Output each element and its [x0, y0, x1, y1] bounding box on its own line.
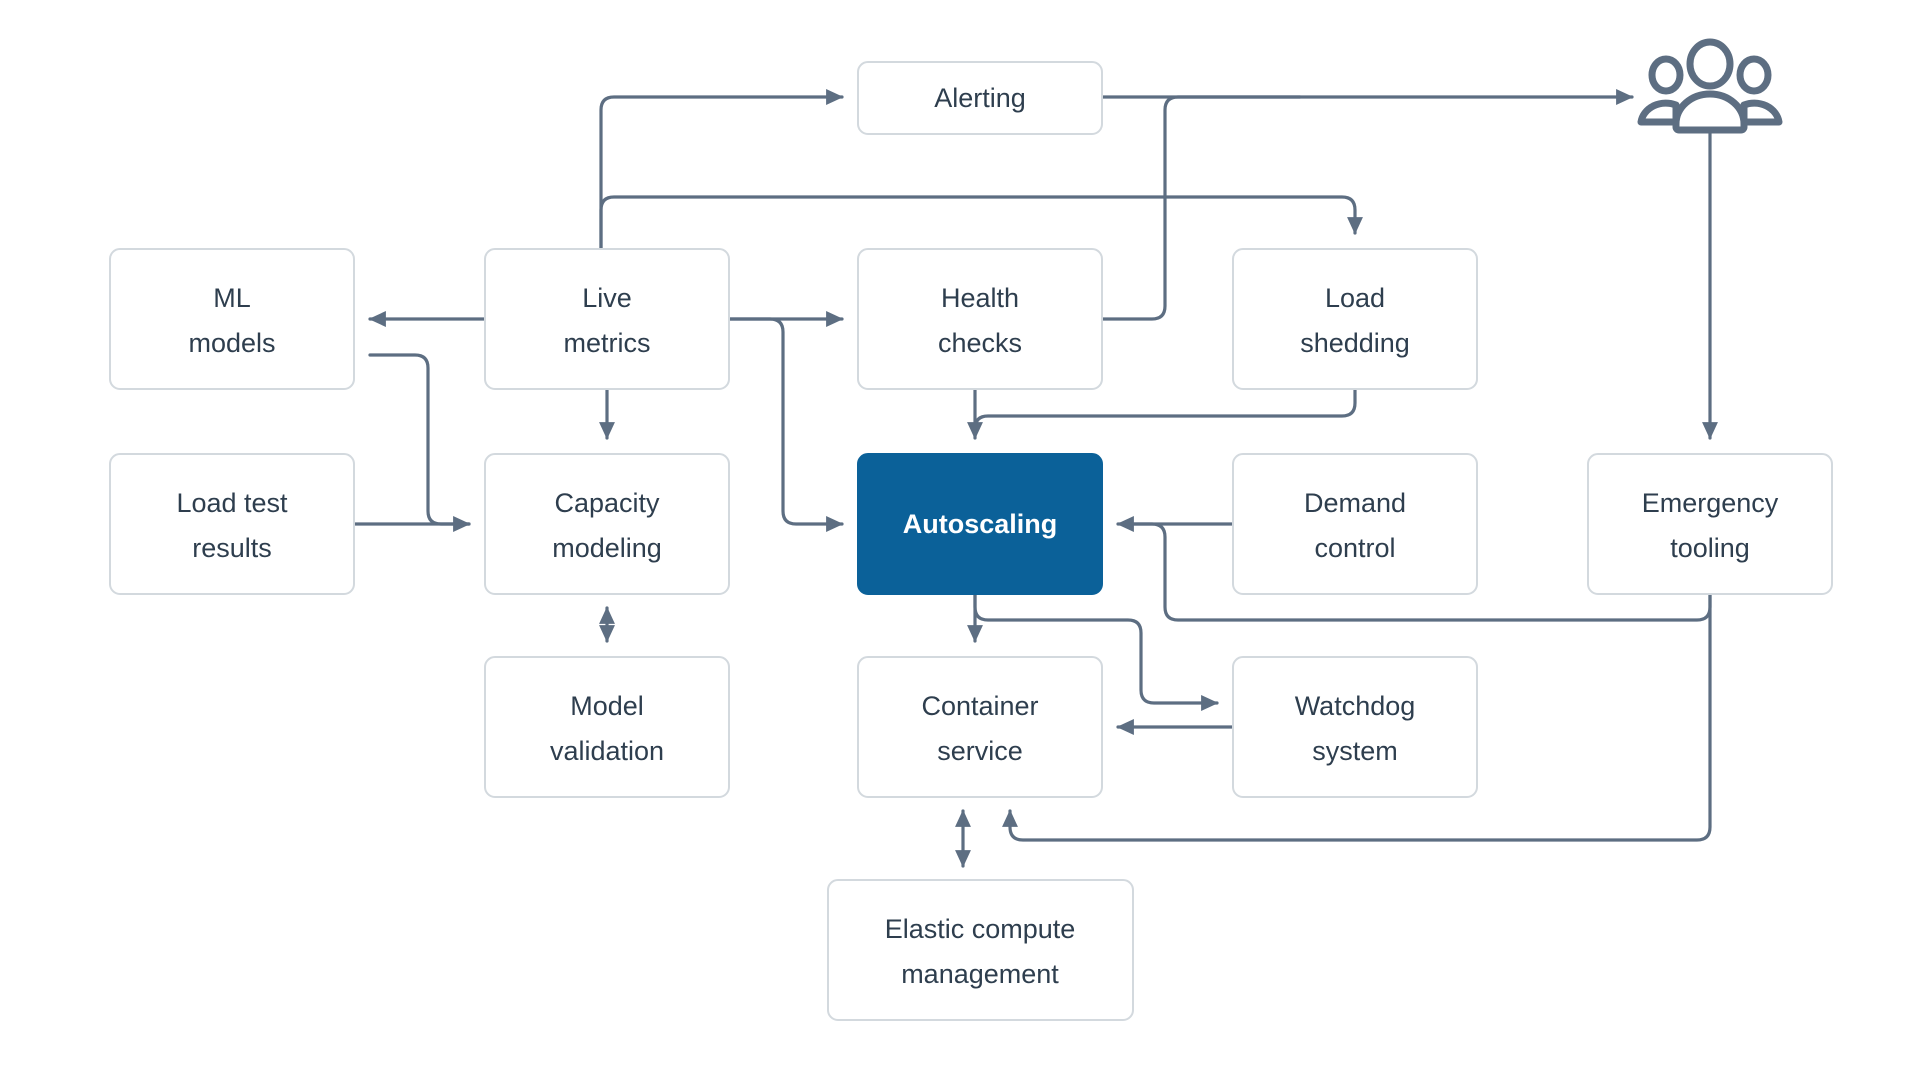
node-live-metrics-label-line2: metrics	[564, 328, 651, 358]
node-elastic-compute-management-label-line1: Elastic compute	[885, 914, 1076, 944]
node-load-shedding[interactable]: Load shedding	[1232, 248, 1478, 390]
node-autoscaling-label: Autoscaling	[903, 509, 1058, 539]
node-emergency-tooling-label-line1: Emergency	[1642, 488, 1779, 518]
flowchart-canvas: Alerting ML models Live metrics Health c…	[0, 0, 1920, 1080]
node-emergency-tooling-box[interactable]	[1587, 453, 1833, 595]
node-live-metrics[interactable]: Live metrics	[484, 248, 730, 390]
node-health-checks-box[interactable]	[857, 248, 1103, 390]
node-autoscaling[interactable]: Autoscaling	[857, 453, 1103, 595]
node-load-shedding-box[interactable]	[1232, 248, 1478, 390]
node-elastic-compute-management-box[interactable]	[827, 879, 1134, 1021]
node-elastic-compute-management[interactable]: Elastic compute management	[827, 879, 1134, 1021]
node-container-service-label-line1: Container	[921, 691, 1038, 721]
node-watchdog-system[interactable]: Watchdog system	[1232, 656, 1478, 798]
edge-live-metrics-to-alerting	[599, 89, 844, 251]
node-emergency-tooling-label-line2: tooling	[1670, 533, 1750, 563]
node-demand-control-label-line2: control	[1314, 533, 1395, 563]
node-model-validation-label-line2: validation	[550, 736, 664, 766]
node-emergency-tooling[interactable]: Emergency tooling	[1587, 453, 1833, 595]
edge-live-metrics-to-autoscaling	[727, 317, 844, 532]
node-alerting-label: Alerting	[934, 83, 1026, 113]
node-model-validation-label-line1: Model	[570, 691, 644, 721]
edge-ml-models-to-capacity-modeling	[368, 353, 471, 526]
node-capacity-modeling-box[interactable]	[484, 453, 730, 595]
node-health-checks-label-line2: checks	[938, 328, 1022, 358]
node-watchdog-system-box[interactable]	[1232, 656, 1478, 798]
node-layer: Alerting ML models Live metrics Health c…	[109, 61, 1833, 1021]
edge-live-metrics-to-load-shedding	[599, 195, 1363, 251]
node-capacity-modeling-label-line2: modeling	[552, 533, 662, 563]
node-health-checks[interactable]: Health checks	[857, 248, 1103, 390]
flowchart-svg: Alerting ML models Live metrics Health c…	[109, 38, 1833, 1021]
node-capacity-modeling[interactable]: Capacity modeling	[484, 453, 730, 595]
node-alerting[interactable]: Alerting	[857, 61, 1103, 135]
node-elastic-compute-management-label-line2: management	[901, 959, 1059, 989]
node-ml-models[interactable]: ML models	[109, 248, 355, 390]
node-health-checks-label-line1: Health	[941, 283, 1019, 313]
node-demand-control-label-line1: Demand	[1304, 488, 1406, 518]
node-ml-models-box[interactable]	[109, 248, 355, 390]
node-ml-models-label-line1: ML	[213, 283, 251, 313]
node-watchdog-system-label-line2: system	[1312, 736, 1398, 766]
node-load-shedding-label-line2: shedding	[1300, 328, 1410, 358]
node-load-test-results[interactable]: Load test results	[109, 453, 355, 595]
node-live-metrics-label-line1: Live	[582, 283, 632, 313]
node-container-service[interactable]: Container service	[857, 656, 1103, 798]
node-container-service-box[interactable]	[857, 656, 1103, 798]
node-load-shedding-label-line1: Load	[1325, 283, 1385, 313]
node-model-validation[interactable]: Model validation	[484, 656, 730, 798]
node-live-metrics-box[interactable]	[484, 248, 730, 390]
node-container-service-label-line2: service	[937, 736, 1023, 766]
node-watchdog-system-label-line1: Watchdog	[1295, 691, 1416, 721]
node-demand-control-box[interactable]	[1232, 453, 1478, 595]
node-model-validation-box[interactable]	[484, 656, 730, 798]
node-load-test-results-box[interactable]	[109, 453, 355, 595]
node-load-test-results-label-line2: results	[192, 533, 272, 563]
node-capacity-modeling-label-line1: Capacity	[554, 488, 660, 518]
people-group-icon	[1637, 38, 1783, 134]
node-demand-control[interactable]: Demand control	[1232, 453, 1478, 595]
node-load-test-results-label-line1: Load test	[176, 488, 288, 518]
edge-load-shedding-to-autoscaling	[973, 387, 1357, 437]
node-ml-models-label-line2: models	[188, 328, 275, 358]
